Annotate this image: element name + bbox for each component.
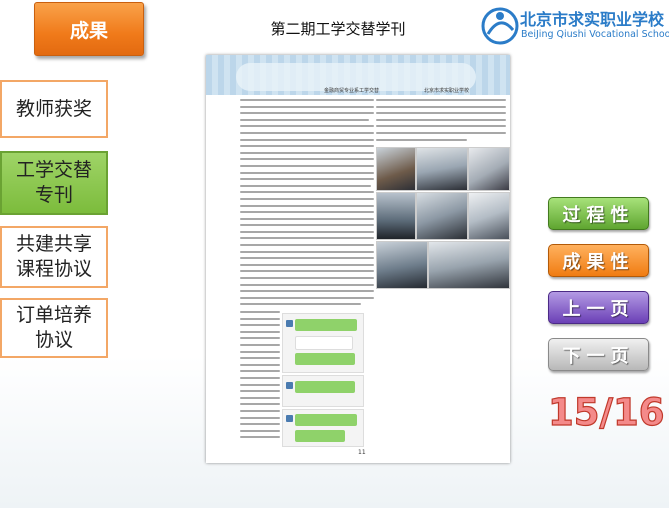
article-text-right [376,99,506,145]
photo [376,147,416,191]
avatar [286,320,293,327]
sidebar-item-label: 共建共享 课程协议 [15,233,92,280]
previous-page-button[interactable]: 上一页 [548,291,649,324]
sidebar-item-teacher-awards[interactable]: 教师获奖 [0,80,108,138]
result-button[interactable]: 成果性 [548,244,649,277]
photo [468,147,510,191]
avatar [286,415,293,422]
sidebar-item-course-agreement[interactable]: 共建共享 课程协议 [0,226,108,288]
document-title: 第二期工学交替学刊 [270,20,406,38]
page-header-left: 金融商贸专业系工学交替 [324,88,380,94]
chat-bubble [295,353,355,365]
chat-screenshot [282,375,364,407]
photo [416,147,468,191]
photo-collage [376,147,510,289]
photo [376,192,416,240]
sidebar-item-label: 工学交替 专刊 [15,159,92,206]
journal-page: 金融商贸专业系工学交替 北京市求实职业学校 11 [206,55,510,463]
article-text-narrow [240,311,280,443]
school-name: 北京市求实职业学校 [520,10,665,29]
article-text-left [240,99,374,310]
chat-screenshot [282,313,364,373]
sidebar-item-label: 订单培养 协议 [15,304,92,351]
sidebar-item-order-training[interactable]: 订单培养 协议 [0,298,108,358]
chat-screenshot [282,409,364,447]
sidebar-item-label: 教师获奖 [15,97,92,120]
page-header-right: 北京市求实职业学校 [424,88,470,94]
school-english-name: BeiJing Qiushi Vocational School [521,29,669,40]
chat-bubble [295,381,355,393]
photo [416,192,468,240]
result-title-button[interactable]: 成果 [34,2,144,56]
sidebar-item-work-study-journal[interactable]: 工学交替 专刊 [0,151,108,215]
photo [376,241,428,289]
chat-bubble [295,336,353,350]
process-button[interactable]: 过程性 [548,197,649,230]
next-page-button[interactable]: 下一页 [548,338,649,371]
page-counter: 15/16 [547,390,665,434]
page-number: 11 [358,449,366,456]
chat-bubble [295,430,345,442]
chat-bubble [295,319,357,331]
chat-bubble [295,414,357,426]
photo [468,192,510,240]
avatar [286,382,293,389]
photo [428,241,510,289]
